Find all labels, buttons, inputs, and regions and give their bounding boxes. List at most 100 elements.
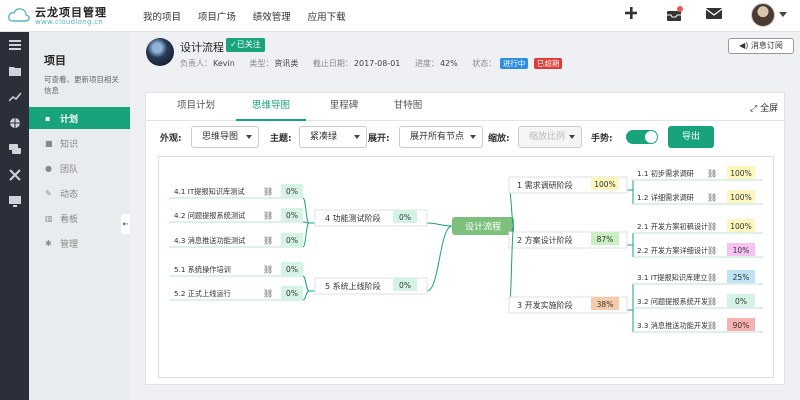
progress-value: 100% xyxy=(730,222,751,231)
follow-button[interactable]: ✓已关注 xyxy=(226,38,265,52)
sidebar-item-label: 看板 xyxy=(60,214,79,225)
tab-gantt[interactable]: 甘特图 xyxy=(382,93,434,121)
branch-connector xyxy=(302,197,310,224)
gesture-label: 手势: xyxy=(591,134,613,144)
link-icon[interactable]: ⛓ xyxy=(707,297,717,306)
gear-icon: ✱ xyxy=(45,238,52,248)
link-icon[interactable]: ⛓ xyxy=(263,187,273,196)
progress-value: 0% xyxy=(286,265,298,274)
link-icon[interactable]: ⛓ xyxy=(263,289,273,298)
progress-value: 0% xyxy=(286,211,298,220)
progress-value: 90% xyxy=(733,321,750,330)
nav-performance[interactable]: 绩效管理 xyxy=(253,12,291,23)
branch-label: 1 需求调研阶段 xyxy=(517,180,573,190)
progress-value: 0% xyxy=(286,289,298,298)
branch-label: 3 开发实施阶段 xyxy=(517,300,573,310)
cloud-logo-icon xyxy=(8,8,30,22)
tab-mind-map[interactable]: 思维导图 xyxy=(236,93,306,121)
logo[interactable]: 云龙项目管理 www.cloudlong.cn xyxy=(8,4,128,28)
sidebar-item-activity[interactable]: ✎ 动态 xyxy=(29,182,130,204)
sidebar-item-team[interactable]: ● 团队 xyxy=(29,157,130,179)
branch-connector xyxy=(302,275,310,292)
branch-connector xyxy=(426,225,453,292)
progress-value: 0% xyxy=(286,187,298,196)
link-icon[interactable]: ⛓ xyxy=(707,246,717,255)
sidebar-item-knowledge[interactable]: ■ 知识 xyxy=(29,132,130,154)
leaf-label: 3.1 IT提报知识库建立 xyxy=(637,273,708,282)
sidebar-item-plan[interactable]: ▪ 计划 xyxy=(29,107,130,129)
deadline-label: 截止日期： xyxy=(312,59,353,68)
status-label: 状态： xyxy=(472,59,497,68)
user-avatar[interactable] xyxy=(751,3,775,27)
pin-icon: ✎ xyxy=(45,188,52,198)
expand-label: 展开: xyxy=(368,134,390,144)
chevron-down-icon[interactable] xyxy=(779,12,787,17)
link-icon[interactable]: ⛓ xyxy=(707,222,717,231)
folder-icon: ■ xyxy=(45,138,53,148)
chat-icon[interactable] xyxy=(0,136,29,162)
link-icon[interactable]: ⛓ xyxy=(707,321,717,330)
expand-select[interactable]: 展开所有节点 xyxy=(399,126,483,148)
progress-label: 进度： xyxy=(414,59,439,68)
fullscreen-button[interactable]: ⤢ 全屏 xyxy=(750,101,778,114)
view-tabs: 项目计划 思维导图 里程碑 甘特图 ⤢ 全屏 xyxy=(146,93,786,121)
nav-project-square[interactable]: 项目广场 xyxy=(198,12,236,23)
link-icon[interactable]: ⛓ xyxy=(263,265,273,274)
chevron-down-icon xyxy=(246,135,252,139)
monitor-icon[interactable] xyxy=(0,188,29,214)
link-icon[interactable]: ⛓ xyxy=(263,236,273,245)
appearance-value: 思维导图 xyxy=(202,132,239,142)
progress-value: 38% xyxy=(597,300,614,309)
mind-map-svg[interactable]: 设计流程 1 需求调研阶段 100% 1.1 初步需求调研 ⛓ 100% 1.2 详细需求调… xyxy=(159,157,773,377)
chart-icon: ▥ xyxy=(45,213,53,223)
progress-value: 42% xyxy=(439,59,458,68)
link-icon[interactable]: ⛓ xyxy=(707,169,717,178)
progress-value: 0% xyxy=(735,297,747,306)
leaf-label: 4.2 问题提报系统测试 xyxy=(174,211,245,220)
fullscreen-label: 全屏 xyxy=(760,104,779,114)
nav-my-projects[interactable]: 我的项目 xyxy=(143,12,181,23)
zoom-select[interactable]: 缩放比例 xyxy=(518,126,582,148)
link-icon[interactable]: ⛓ xyxy=(707,193,717,202)
branch-label: 2 方案设计阶段 xyxy=(517,235,573,245)
mindmap-root-label: 设计流程 xyxy=(465,221,501,233)
subscribe-button[interactable]: ◀) 消息订阅 xyxy=(728,38,794,54)
folder-icon[interactable] xyxy=(0,58,29,84)
sidebar-item-manage[interactable]: ✱ 管理 xyxy=(29,232,130,254)
tools-icon[interactable] xyxy=(0,162,29,188)
top-bar: 云龙项目管理 www.cloudlong.cn 我的项目 项目广场 绩效管理 应… xyxy=(0,0,800,32)
progress-value: 0% xyxy=(399,213,411,222)
branch-connector xyxy=(302,222,310,248)
sidebar-item-board[interactable]: ▥ 看板 xyxy=(29,207,130,229)
sidebar-title: 项目 xyxy=(44,54,66,67)
tab-milestone[interactable]: 里程碑 xyxy=(316,93,372,121)
menu-icon[interactable] xyxy=(0,32,29,58)
link-icon[interactable]: ⛓ xyxy=(263,211,273,220)
appearance-select[interactable]: 思维导图 xyxy=(191,126,259,148)
sidebar-item-label: 知识 xyxy=(60,139,79,150)
theme-select[interactable]: 紧凑绿 xyxy=(299,126,367,148)
status-badge: 进行中 xyxy=(499,58,529,69)
progress-value: 25% xyxy=(733,273,750,282)
leaf-label: 3.3 消息推送功能开发 xyxy=(637,321,708,330)
line-chart-icon[interactable] xyxy=(0,84,29,110)
collapse-sidebar-toggle[interactable]: ⇤ xyxy=(121,214,130,234)
app-icon-bar xyxy=(0,32,29,400)
mail-icon[interactable] xyxy=(703,6,725,26)
toggle-knob xyxy=(645,131,657,143)
tab-project-plan[interactable]: 项目计划 xyxy=(166,93,226,121)
globe-icon[interactable] xyxy=(0,110,29,136)
progress-value: 100% xyxy=(730,193,751,202)
mind-map-canvas[interactable]: 设计流程 1 需求调研阶段 100% 1.1 初步需求调研 ⛓ 100% 1.2 详细需求调… xyxy=(158,156,774,378)
nav-app-download[interactable]: 应用下载 xyxy=(308,12,346,23)
users-icon: ● xyxy=(45,163,52,173)
plus-icon[interactable] xyxy=(620,6,642,26)
link-icon[interactable]: ⛓ xyxy=(707,273,717,282)
gesture-toggle[interactable] xyxy=(626,130,658,144)
leaf-label: 4.1 IT提报知识库测试 xyxy=(174,187,245,196)
export-button[interactable]: 导出 xyxy=(668,126,714,148)
progress-value: 10% xyxy=(733,246,750,255)
project-meta: 负责人：Kevin 类型：资讯类 截止日期：2017-08-01 进度：42% … xyxy=(180,58,563,69)
chevron-down-icon xyxy=(569,135,575,139)
inbox-icon[interactable] xyxy=(663,6,685,26)
